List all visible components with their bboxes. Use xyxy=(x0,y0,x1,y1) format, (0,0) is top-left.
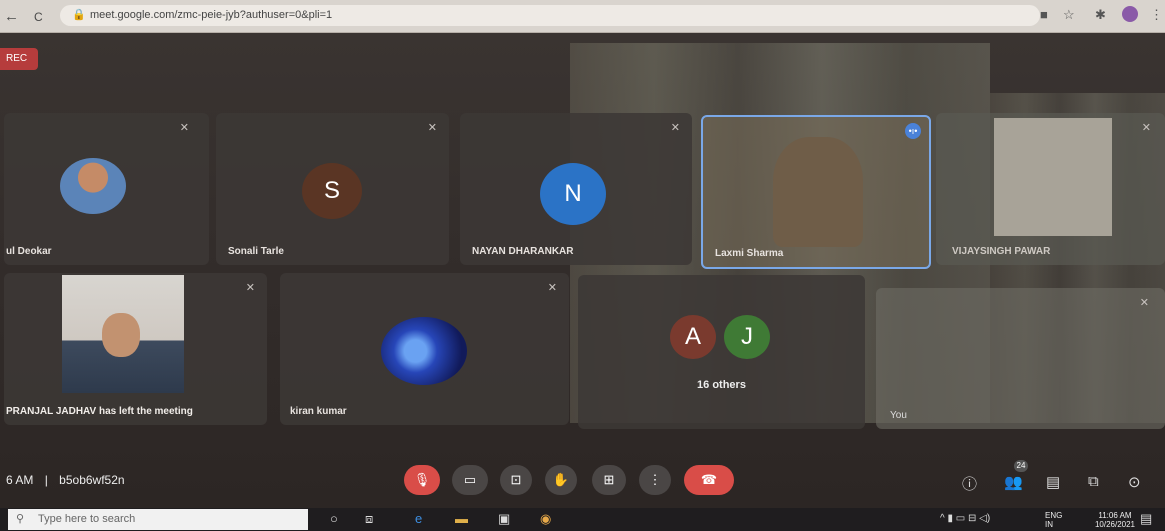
mic-off-icon: ✕ xyxy=(1141,122,1151,134)
meeting-details: 6 AM | b5ob6wf52n xyxy=(6,473,125,487)
participant-name: Sonali Tarle xyxy=(228,246,284,257)
mic-off-icon: ✕ xyxy=(179,122,189,134)
speaking-indicator-icon: •ı• xyxy=(905,123,921,139)
camera-indicator-icon[interactable]: ■ xyxy=(1040,7,1048,22)
participant-tile[interactable]: ✕ PRANJAL JADHAV has left the meeting xyxy=(4,273,267,425)
participant-video xyxy=(994,118,1112,236)
star-icon[interactable]: ☆ xyxy=(1063,7,1075,23)
more-options-button[interactable]: ⋮ xyxy=(639,465,671,495)
recording-badge: REC xyxy=(0,48,38,70)
participant-face xyxy=(102,313,140,357)
menu-icon[interactable]: ⋮ xyxy=(1150,7,1163,23)
captions-icon: ⊡ xyxy=(510,472,522,487)
participant-left-notice: PRANJAL JADHAV has left the meeting xyxy=(6,406,193,417)
chat-icon[interactable]: ▤ xyxy=(1046,473,1060,491)
self-name: You xyxy=(890,410,907,421)
mic-off-icon: ✕ xyxy=(245,282,255,294)
url-text: meet.google.com/zmc-peie-jyb?authuser=0&… xyxy=(90,9,333,21)
others-avatar: A xyxy=(670,315,716,359)
participant-name: ul Deokar xyxy=(6,246,52,257)
participant-video xyxy=(62,275,184,393)
chrome-icon[interactable]: ◉ xyxy=(540,511,551,527)
others-count: 16 others xyxy=(697,379,746,391)
browser-toolbar: ← C 🔒 meet.google.com/zmc-peie-jyb?authu… xyxy=(0,0,1165,33)
meeting-info-icon[interactable]: ⓘ xyxy=(962,473,977,494)
hand-icon: ✋ xyxy=(552,472,570,487)
activities-icon[interactable]: ⧉ xyxy=(1088,473,1099,490)
extensions-icon[interactable]: ✱ xyxy=(1095,7,1106,23)
meeting-stage: REC ✕ ul Deokar S ✕ Sonali Tarle N ✕ NAY… xyxy=(0,33,1165,508)
present-icon: ⊞ xyxy=(603,472,615,487)
camera-toggle-button[interactable]: ▭ xyxy=(452,465,488,495)
separator: | xyxy=(44,473,48,487)
participant-tile[interactable]: ✕ ul Deokar xyxy=(4,113,209,265)
taskbar-search[interactable]: ⚲ Type here to search xyxy=(8,509,308,530)
participant-video xyxy=(773,137,863,247)
participant-tile[interactable]: ✕ kiran kumar xyxy=(280,273,569,425)
language-indicator[interactable]: ENG IN xyxy=(1045,511,1062,529)
mic-off-icon: ✕ xyxy=(670,122,680,134)
address-bar[interactable]: 🔒 meet.google.com/zmc-peie-jyb?authuser=… xyxy=(60,5,1040,26)
camera-icon: ▭ xyxy=(463,472,477,487)
people-icon[interactable]: 👥 xyxy=(1004,473,1023,491)
mic-off-icon: 🎙 xyxy=(413,472,431,487)
profile-avatar[interactable] xyxy=(1122,6,1138,22)
file-explorer-icon[interactable]: ▬ xyxy=(455,511,468,526)
clock-time: 11:06 AM xyxy=(1098,511,1132,520)
back-icon[interactable]: ← xyxy=(4,8,19,25)
language-code: ENG xyxy=(1045,511,1063,520)
tray-icons[interactable]: ^ ▮ ▭ ⊟ ◁) xyxy=(940,513,990,524)
reload-icon[interactable]: C xyxy=(34,10,43,24)
people-count-badge: 24 xyxy=(1014,460,1028,472)
taskbar-search-placeholder: Type here to search xyxy=(38,513,136,525)
participant-avatar: S xyxy=(302,163,362,219)
participant-tile[interactable]: N ✕ NAYAN DHARANKAR xyxy=(460,113,692,265)
mic-off-icon: ✕ xyxy=(427,122,437,134)
others-avatar: J xyxy=(724,315,770,359)
others-tile[interactable]: A J 16 others xyxy=(578,275,865,429)
participant-tile-active-speaker[interactable]: •ı• Laxmi Sharma xyxy=(701,115,931,269)
task-view-icon[interactable]: ⧈ xyxy=(365,511,373,527)
meeting-code: b5ob6wf52n xyxy=(59,473,125,487)
hang-up-icon: ☎ xyxy=(700,472,718,487)
participant-tile[interactable]: ✕ VIJAYSINGH PAWAR xyxy=(936,113,1165,265)
clock-date: 10/26/2021 xyxy=(1094,520,1135,529)
host-controls-icon[interactable]: ⊙ xyxy=(1128,473,1141,491)
windows-taskbar: ⚲ Type here to search ○ ⧈ e ▬ ▣ ◉ ^ ▮ ▭ … xyxy=(0,508,1165,531)
taskbar-clock[interactable]: 11:06 AM 10/26/2021 xyxy=(1095,511,1135,529)
lock-icon: 🔒 xyxy=(72,9,86,21)
mic-toggle-button[interactable]: 🎙 xyxy=(404,465,440,495)
edge-icon[interactable]: e xyxy=(415,511,422,526)
store-icon[interactable]: ▣ xyxy=(498,511,510,527)
participant-name: kiran kumar xyxy=(290,406,347,417)
self-view-tile[interactable]: ✕ You xyxy=(876,288,1165,429)
language-region: IN xyxy=(1045,520,1053,529)
mic-off-icon: ✕ xyxy=(1139,297,1149,309)
end-call-button[interactable]: ☎ xyxy=(684,465,734,495)
mic-off-icon: ✕ xyxy=(547,282,557,294)
present-button[interactable]: ⊞ xyxy=(592,465,626,495)
participant-avatar: N xyxy=(540,163,606,225)
more-vert-icon: ⋮ xyxy=(648,472,662,487)
participant-name: NAYAN DHARANKAR xyxy=(472,246,574,257)
meeting-time: 6 AM xyxy=(6,473,34,487)
search-icon: ⚲ xyxy=(16,513,25,525)
participant-avatar-image xyxy=(381,317,467,385)
notifications-icon[interactable]: ▤ xyxy=(1140,511,1152,527)
participant-tile[interactable]: S ✕ Sonali Tarle xyxy=(216,113,449,265)
raise-hand-button[interactable]: ✋ xyxy=(545,465,577,495)
participant-name: VIJAYSINGH PAWAR xyxy=(952,246,1051,257)
cortana-icon[interactable]: ○ xyxy=(330,511,338,526)
captions-button[interactable]: ⊡ xyxy=(500,465,532,495)
participant-photo xyxy=(60,158,126,214)
participant-name: Laxmi Sharma xyxy=(715,248,784,259)
